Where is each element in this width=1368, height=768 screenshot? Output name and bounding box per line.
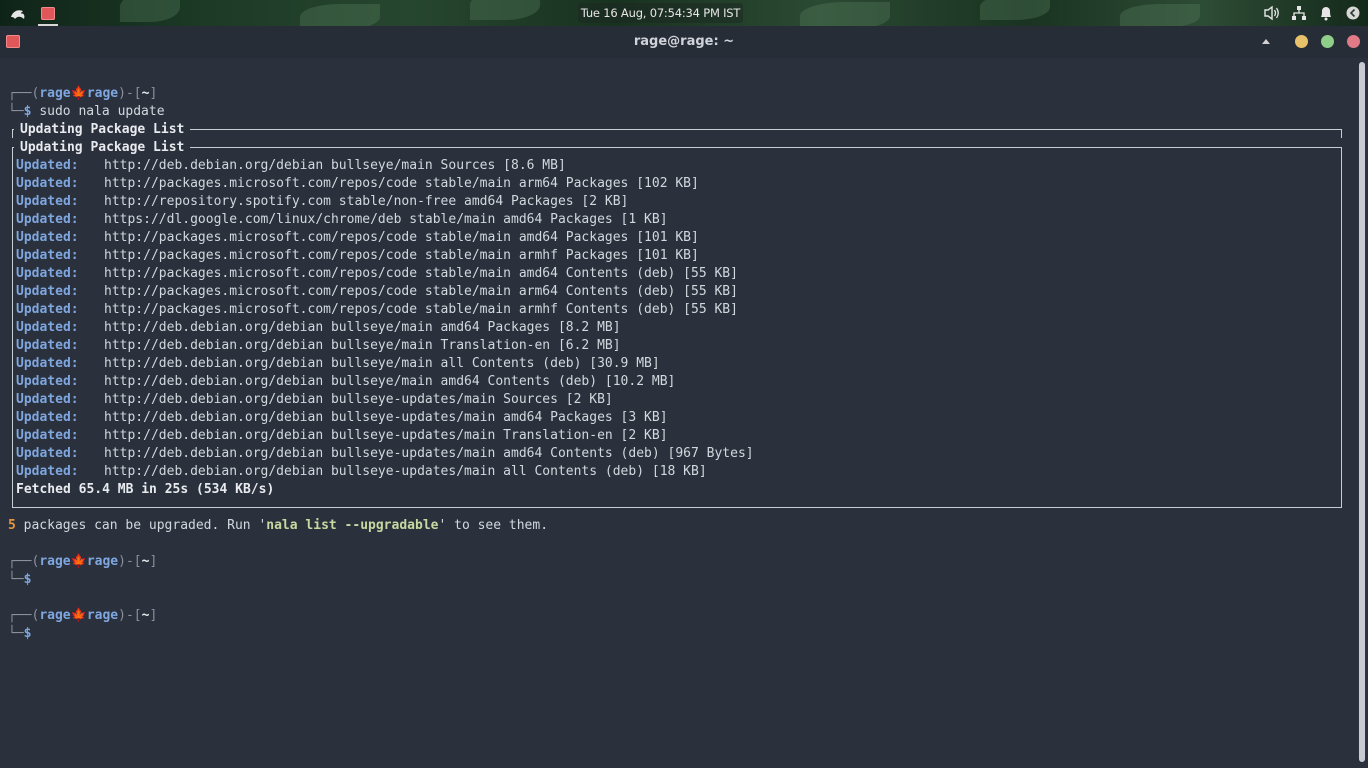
- update-row: Updated: https://dl.google.com/linux/chro…: [16, 211, 668, 229]
- update-entry: http://repository.spotify.com stable/non…: [104, 194, 629, 209]
- updated-label: Updated:: [16, 266, 79, 281]
- terminal-app-icon[interactable]: [38, 3, 58, 26]
- update-entry: http://deb.debian.org/debian bullseye/ma…: [104, 338, 621, 353]
- updated-label: Updated:: [16, 410, 79, 425]
- update-entry: http://packages.microsoft.com/repos/code…: [104, 230, 699, 245]
- update-row: Updated: http://deb.debian.org/debian bul…: [16, 427, 668, 445]
- update-entry: http://deb.debian.org/debian bullseye/ma…: [104, 320, 621, 335]
- fetched-summary: Fetched 65.4 MB in 25s (534 KB/s): [16, 482, 275, 497]
- update-row: Updated: http://packages.microsoft.com/re…: [16, 283, 738, 301]
- terminal-output[interactable]: ┌──(rage🍁rage)-[~] └─$ sudo nala update …: [0, 58, 1356, 768]
- updated-label: Updated:: [16, 320, 79, 335]
- update-entry: http://deb.debian.org/debian bullseye-up…: [104, 392, 613, 407]
- network-icon[interactable]: [1290, 4, 1308, 22]
- update-row: Updated: http://repository.spotify.com st…: [16, 193, 628, 211]
- notification-bell-icon[interactable]: [1317, 4, 1335, 22]
- update-entry: http://deb.debian.org/debian bullseye/ma…: [104, 356, 660, 371]
- minimize-button[interactable]: [1295, 35, 1308, 48]
- updated-label: Updated:: [16, 302, 79, 317]
- command-line: └─$ sudo nala update: [8, 104, 165, 119]
- updated-label: Updated:: [16, 230, 79, 245]
- update-entry: http://packages.microsoft.com/repos/code…: [104, 248, 699, 263]
- update-row: Updated: http://deb.debian.org/debian bul…: [16, 409, 668, 427]
- update-entry: http://deb.debian.org/debian bullseye-up…: [104, 446, 754, 461]
- updated-label: Updated:: [16, 374, 79, 389]
- updated-label: Updated:: [16, 428, 79, 443]
- update-entry: http://deb.debian.org/debian bullseye-up…: [104, 428, 668, 443]
- update-entry: http://packages.microsoft.com/repos/code…: [104, 176, 699, 191]
- updated-label: Updated:: [16, 158, 79, 173]
- update-row: Updated: http://deb.debian.org/debian bul…: [16, 157, 566, 175]
- maximize-button[interactable]: [1321, 35, 1334, 48]
- shade-up-icon[interactable]: [1262, 39, 1270, 44]
- update-row: Updated: http://deb.debian.org/debian bul…: [16, 355, 660, 373]
- window-title: rage@rage: ~: [633, 34, 735, 49]
- updated-label: Updated:: [16, 446, 79, 461]
- prompt-line: ┌──(rage🍁rage)-[~]: [8, 608, 158, 623]
- update-row: Updated: http://deb.debian.org/debian bul…: [16, 445, 754, 463]
- updated-label: Updated:: [16, 338, 79, 353]
- update-entry: http://deb.debian.org/debian bullseye-up…: [104, 464, 707, 479]
- update-entry: http://deb.debian.org/debian bullseye/ma…: [104, 158, 566, 173]
- update-entry: http://deb.debian.org/debian bullseye-up…: [104, 410, 668, 425]
- update-row: Updated: http://packages.microsoft.com/re…: [16, 175, 699, 193]
- update-entry: http://packages.microsoft.com/repos/code…: [104, 302, 738, 317]
- updated-label: Updated:: [16, 356, 79, 371]
- update-entry: http://packages.microsoft.com/repos/code…: [104, 284, 738, 299]
- prompt-line: ┌──(rage🍁rage)-[~]: [8, 554, 158, 569]
- update-row: Updated: http://deb.debian.org/debian bul…: [16, 337, 621, 355]
- prompt-line: ┌──(rage🍁rage)-[~]: [8, 86, 158, 101]
- update-entry: http://packages.microsoft.com/repos/code…: [104, 266, 738, 281]
- scrollbar-thumb[interactable]: [1359, 62, 1365, 762]
- progress-box-top: [12, 129, 1342, 138]
- box-title: Updating Package List: [14, 139, 191, 157]
- terminal-scrollbar[interactable]: [1358, 62, 1366, 762]
- update-row: Updated: http://deb.debian.org/debian bul…: [16, 373, 675, 391]
- command-line: └─$: [8, 572, 32, 587]
- update-row: Updated: http://deb.debian.org/debian bul…: [16, 463, 707, 481]
- update-row: Updated: http://deb.debian.org/debian bul…: [16, 319, 621, 337]
- upgrade-notice: 5 packages can be upgraded. Run 'nala li…: [8, 518, 549, 533]
- updated-label: Updated:: [16, 284, 79, 299]
- updated-label: Updated:: [16, 194, 79, 209]
- updated-label: Updated:: [16, 392, 79, 407]
- update-row: Updated: http://packages.microsoft.com/re…: [16, 301, 738, 319]
- close-button[interactable]: [1347, 35, 1360, 48]
- update-row: Updated: http://packages.microsoft.com/re…: [16, 247, 699, 265]
- system-top-bar: Tue 16 Aug, 07:54:34 PM IST: [0, 0, 1368, 26]
- update-entry: https://dl.google.com/linux/chrome/deb s…: [104, 212, 668, 227]
- update-row: Updated: http://deb.debian.org/debian bul…: [16, 391, 613, 409]
- clock[interactable]: Tue 16 Aug, 07:54:34 PM IST: [578, 3, 743, 23]
- updated-label: Updated:: [16, 248, 79, 263]
- update-entry: http://deb.debian.org/debian bullseye/ma…: [104, 374, 676, 389]
- update-row: Updated: http://packages.microsoft.com/re…: [16, 265, 738, 283]
- box-title: Updating Package List: [14, 121, 191, 139]
- power-icon[interactable]: [1344, 4, 1362, 22]
- updated-label: Updated:: [16, 176, 79, 191]
- updated-label: Updated:: [16, 464, 79, 479]
- command-line: └─$: [8, 626, 32, 641]
- volume-icon[interactable]: [1263, 4, 1281, 22]
- terminal-title-bar[interactable]: rage@rage: ~: [0, 26, 1368, 58]
- kali-dragon-icon[interactable]: [8, 5, 28, 25]
- updated-label: Updated:: [16, 212, 79, 227]
- update-row: Updated: http://packages.microsoft.com/re…: [16, 229, 699, 247]
